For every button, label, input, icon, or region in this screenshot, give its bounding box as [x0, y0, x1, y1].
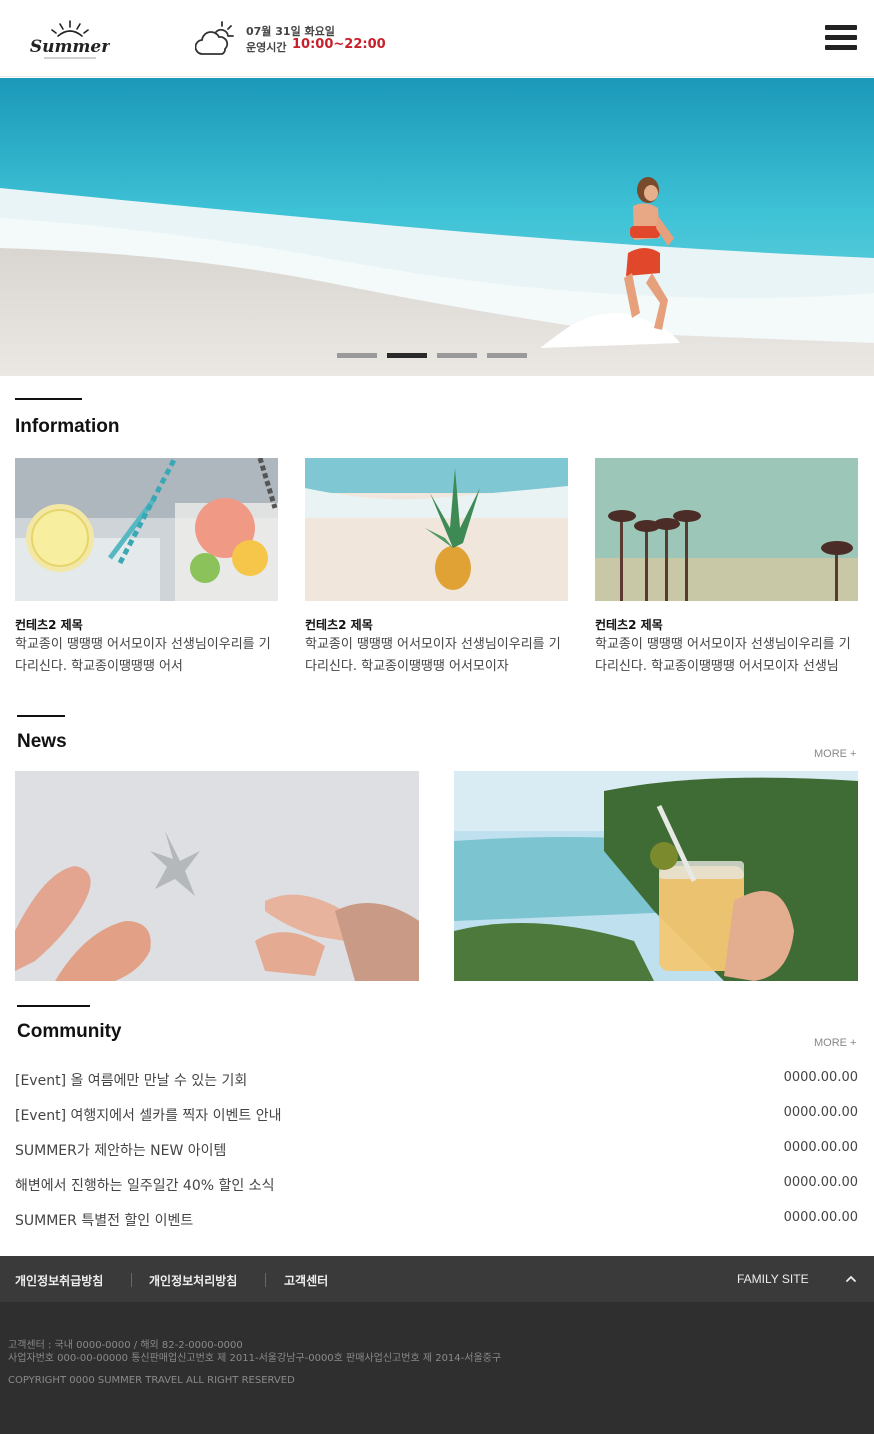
footer-business-info: 사업자번호 000-00-00000 통신판매업신고번호 제 2011-서울강남… — [8, 1353, 502, 1364]
news-item-2[interactable] — [454, 771, 858, 981]
hamburger-menu-button[interactable] — [825, 25, 857, 53]
section-divider — [17, 715, 65, 717]
community-item-title: SUMMER가 제안하는 NEW 아이템 — [15, 1143, 227, 1159]
svg-text:Summer: Summer — [30, 37, 110, 57]
card-title: 컨테츠2 제목 — [305, 618, 373, 632]
card-description: 학교종이 땡땡땡 어서모이자 선생님이우리를 기다리신다. 학교종이땡땡땡 어서… — [595, 637, 851, 674]
footer-copyright: COPYRIGHT 0000 SUMMER TRAVEL ALL RIGHT R… — [8, 1375, 295, 1386]
news-more-link[interactable]: MORE + — [814, 748, 856, 760]
footer-link-privacy-processing[interactable]: 개인정보처리방침 — [149, 1272, 237, 1289]
community-item-title: 해변에서 진행하는 일주일간 40% 할인 소식 — [15, 1178, 275, 1194]
cocktail-thumbnail — [15, 456, 278, 601]
news-title: News — [17, 731, 67, 752]
community-more-link[interactable]: MORE + — [814, 1037, 856, 1049]
hero-pagination — [337, 353, 537, 359]
hours-label: 운영시간 — [246, 41, 287, 54]
community-row[interactable]: [Event] 여행지에서 셀카를 찍자 이벤트 안내 0000.00.00 — [15, 1105, 858, 1125]
hero-banner[interactable] — [0, 78, 874, 376]
footer-info: 고객센터 : 국내 0000-0000 / 해외 82-2-0000-0000 … — [0, 1302, 874, 1434]
feet-in-water-image — [15, 771, 419, 981]
news-item-1[interactable] — [15, 771, 419, 981]
community-item-date: 0000.00.00 — [783, 1175, 858, 1190]
slide-dot-3[interactable] — [437, 353, 477, 358]
community-item-date: 0000.00.00 — [783, 1140, 858, 1155]
community-row[interactable]: 해변에서 진행하는 일주일간 40% 할인 소식 0000.00.00 — [15, 1175, 858, 1195]
family-site-link[interactable]: FAMILY SITE — [737, 1272, 809, 1286]
tropical-drink-image — [454, 771, 858, 981]
footer-divider — [265, 1273, 266, 1287]
info-card-3[interactable]: 컨테츠2 제목 학교종이 땡땡땡 어서모이자 선생님이우리를 기다리신다. 학교… — [595, 458, 858, 674]
card-title: 컨테츠2 제목 — [15, 618, 83, 632]
hamburger-icon — [825, 25, 857, 30]
footer-link-privacy-handling[interactable]: 개인정보취급방침 — [15, 1272, 103, 1289]
card-description: 학교종이 땡땡땡 어서모이자 선생님이우리를 기다리신다. 학교종이땡땡땡 어서… — [305, 637, 561, 674]
community-title: Community — [17, 1021, 122, 1042]
card-title: 컨테츠2 제목 — [595, 618, 663, 632]
info-card-1[interactable]: 컨테츠2 제목 학교종이 땡땡땡 어서모이자 선생님이우리를 기다리신다. 학교… — [15, 456, 278, 674]
pineapple-thumbnail — [305, 458, 568, 601]
slide-dot-2[interactable] — [387, 353, 427, 358]
summer-logo[interactable]: Summer — [30, 16, 110, 68]
footer-divider — [131, 1273, 132, 1287]
palm-trees-thumbnail — [595, 458, 858, 601]
cloud-sun-icon — [195, 21, 234, 55]
community-item-title: [Event] 여행지에서 셀카를 찍자 이벤트 안내 — [15, 1108, 282, 1124]
slide-dot-1[interactable] — [337, 353, 377, 358]
chevron-up-icon[interactable] — [843, 1271, 859, 1287]
community-item-title: [Event] 올 여름에만 만날 수 있는 기회 — [15, 1073, 248, 1089]
section-divider — [17, 1005, 90, 1007]
community-item-title: SUMMER 특별전 할인 이벤트 — [15, 1213, 194, 1229]
community-row[interactable]: [Event] 올 여름에만 만날 수 있는 기회 0000.00.00 — [15, 1070, 858, 1090]
footer-link-customer-center[interactable]: 고객센터 — [284, 1272, 328, 1289]
footer-links-bar: 개인정보취급방침 개인정보처리방침 고객센터 FAMILY SITE — [0, 1256, 874, 1302]
site-header: Summer 07월 31일 화요일 운영시간 10:00~22:00 — [0, 0, 874, 77]
information-title: Information — [15, 416, 120, 437]
community-row[interactable]: SUMMER가 제안하는 NEW 아이템 0000.00.00 — [15, 1140, 858, 1160]
card-description: 학교종이 땡땡땡 어서모이자 선생님이우리를 기다리신다. 학교종이땡땡땡 어서 — [15, 637, 271, 674]
community-row[interactable]: SUMMER 특별전 할인 이벤트 0000.00.00 — [15, 1210, 858, 1230]
slide-dot-4[interactable] — [487, 353, 527, 358]
hours-value: 10:00~22:00 — [292, 37, 386, 52]
section-divider — [15, 398, 82, 400]
beach-hero-image — [0, 78, 874, 376]
community-item-date: 0000.00.00 — [783, 1210, 858, 1225]
community-item-date: 0000.00.00 — [783, 1070, 858, 1085]
community-item-date: 0000.00.00 — [783, 1105, 858, 1120]
info-card-2[interactable]: 컨테츠2 제목 학교종이 땡땡땡 어서모이자 선생님이우리를 기다리신다. 학교… — [305, 458, 568, 674]
